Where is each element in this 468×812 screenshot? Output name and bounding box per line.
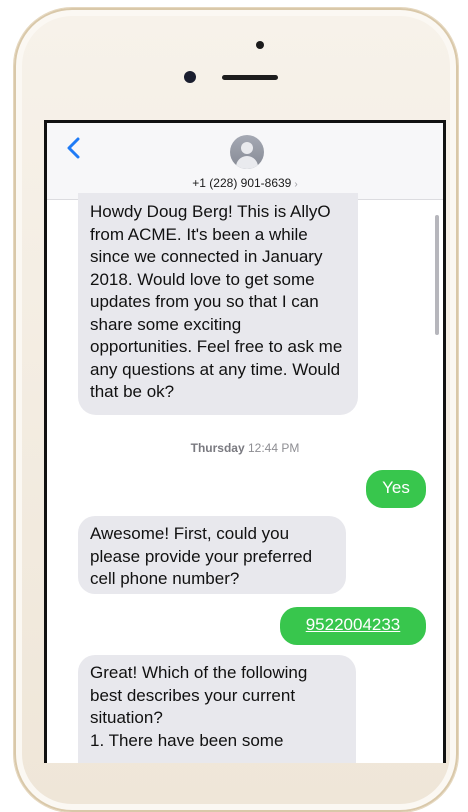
avatar-body bbox=[236, 156, 258, 169]
conversation-header: +1 (228) 901-8639 › bbox=[47, 123, 443, 200]
incoming-message-1: Howdy Doug Berg! This is AllyO from ACME… bbox=[78, 193, 358, 415]
contact-avatar-icon[interactable] bbox=[230, 135, 264, 169]
timestamp-day: Thursday bbox=[190, 441, 245, 455]
avatar-head bbox=[241, 142, 253, 154]
outgoing-message-1: Yes bbox=[366, 470, 426, 508]
timestamp-time: 12:44 PM bbox=[247, 441, 300, 455]
outgoing-message-2: 9522004233 bbox=[280, 607, 426, 645]
chevron-right-icon: › bbox=[294, 179, 298, 190]
proximity-sensor bbox=[256, 41, 264, 49]
incoming-message-3: Great! Which of the following best descr… bbox=[78, 655, 356, 763]
front-camera bbox=[184, 71, 196, 83]
messages-screen: +1 (228) 901-8639 › Howdy Doug Berg! This… bbox=[44, 120, 446, 763]
earpiece-speaker bbox=[222, 75, 278, 80]
contact-number-text: +1 (228) 901-8639 bbox=[192, 176, 292, 190]
phone-number-link[interactable]: 9522004233 bbox=[306, 615, 401, 634]
chevron-left-icon[interactable] bbox=[65, 137, 83, 159]
contact-number[interactable]: +1 (228) 901-8639 › bbox=[47, 176, 443, 190]
incoming-message-2: Awesome! First, could you please provide… bbox=[78, 516, 346, 594]
scroll-indicator[interactable] bbox=[435, 215, 439, 335]
message-timestamp: Thursday 12:44 PM bbox=[47, 441, 443, 455]
